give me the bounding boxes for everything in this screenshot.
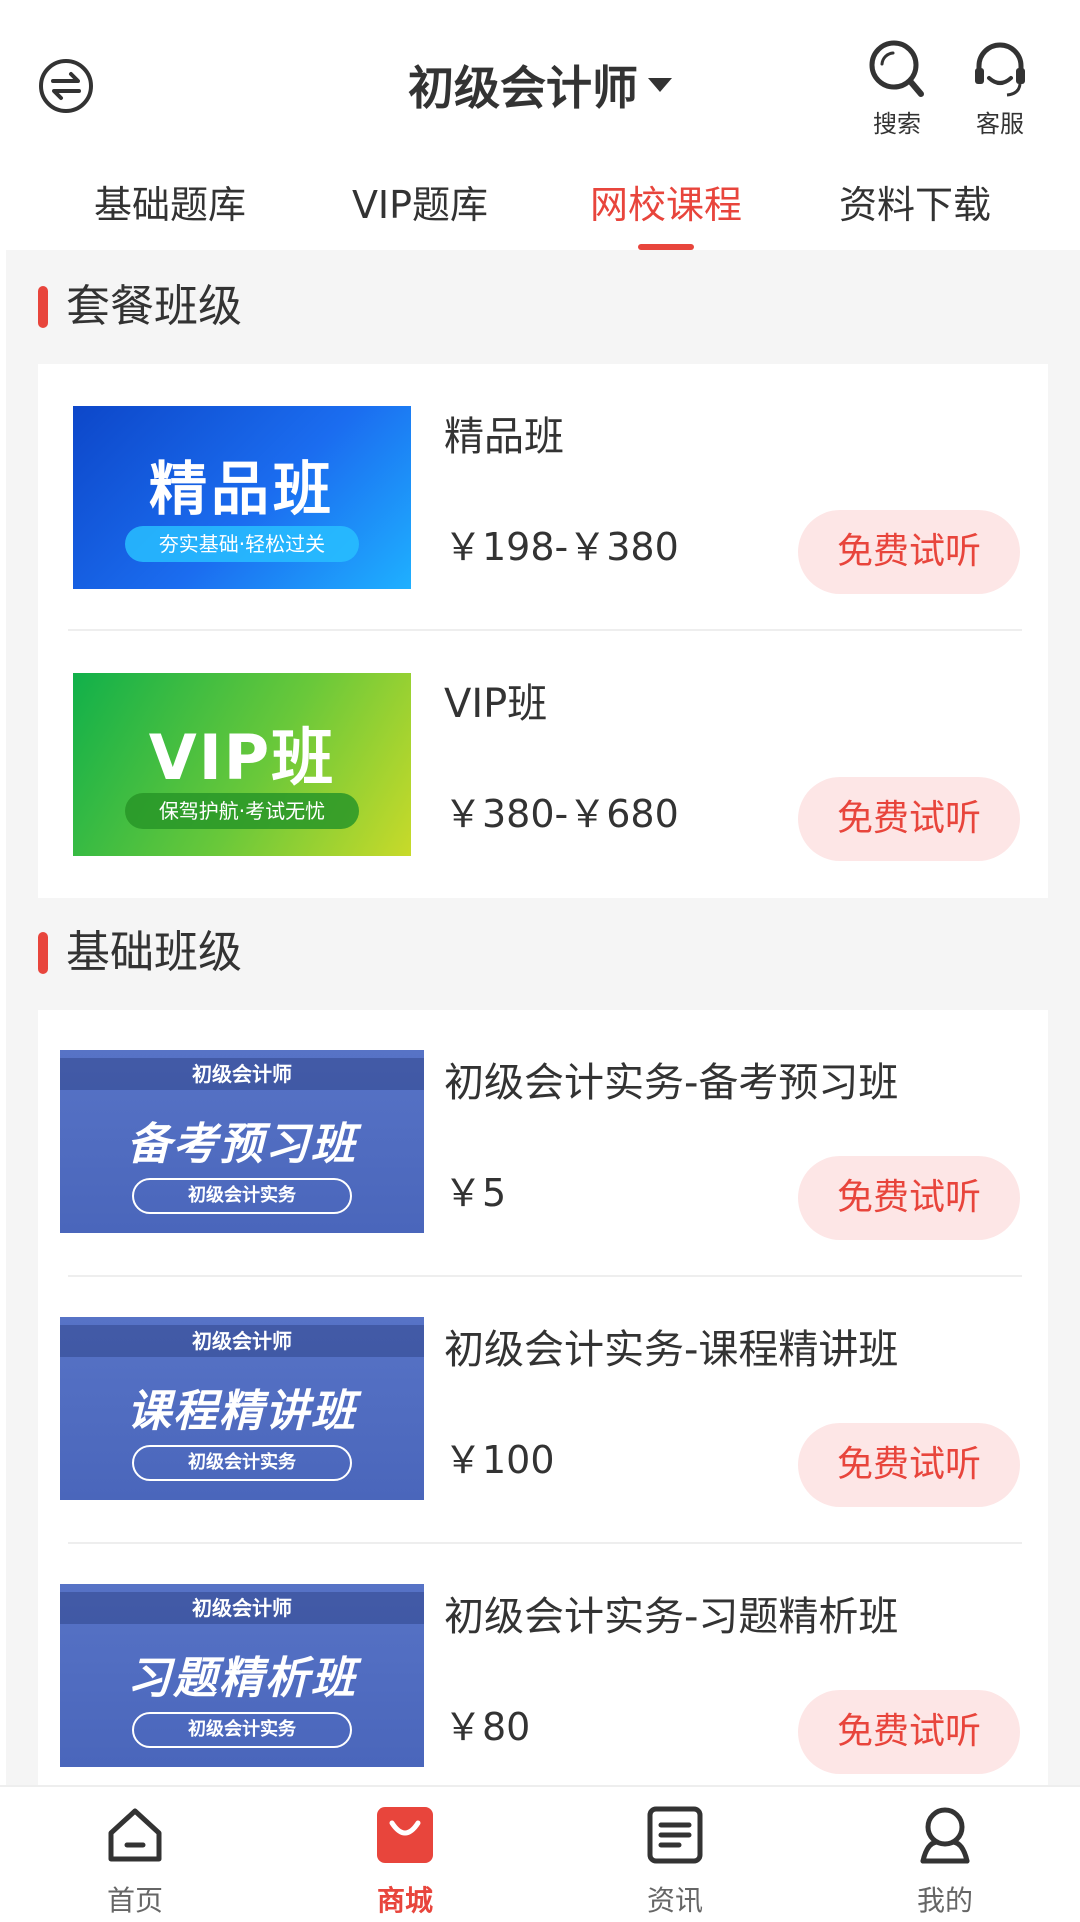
shopping-bag-icon (377, 1807, 433, 1863)
free-trial-button[interactable]: 免费试听 (798, 1690, 1020, 1774)
page-title: 初级会计师 (408, 61, 638, 115)
nav-label: 资讯 (646, 1884, 703, 1917)
app-header: 初级会计师 搜索 客服 (0, 0, 1080, 170)
course-thumbnail: 精品班 夯实基础·轻松过关 (73, 406, 411, 589)
search-icon (869, 40, 924, 97)
nav-label: 我的 (916, 1884, 973, 1917)
course-name: 初级会计实务-课程精讲班 (444, 1327, 899, 1373)
course-price: ￥80 (444, 1705, 531, 1749)
free-trial-button[interactable]: 免费试听 (798, 1423, 1020, 1507)
nav-label: 商城 (376, 1884, 433, 1917)
section-title-text: 套餐班级 (66, 281, 242, 332)
package-card: 精品班 夯实基础·轻松过关 精品班 ￥198-￥380 免费试听 VIP班 保驾… (38, 364, 1048, 898)
course-thumbnail: 初级会计师 课程精讲班 初级会计实务 (60, 1317, 424, 1500)
tab-label: 基础题库 (93, 183, 246, 227)
course-item[interactable]: 精品班 夯实基础·轻松过关 精品班 ￥198-￥380 免费试听 (38, 364, 1048, 631)
nav-label: 首页 (106, 1884, 163, 1917)
course-name: 初级会计实务-习题精析班 (444, 1594, 899, 1640)
thumbnail-title: 备考预习班 (127, 1119, 357, 1170)
thumbnail-title: 习题精析班 (127, 1653, 357, 1704)
course-price: ￥198-￥380 (444, 525, 679, 569)
tab-basic-questions[interactable]: 基础题库 (45, 170, 295, 250)
thumbnail-subtitle: 初级会计师 (60, 1058, 424, 1090)
course-item[interactable]: 初级会计师 备考预习班 初级会计实务 初级会计实务-备考预习班 ￥5 免费试听 (38, 1010, 1048, 1277)
course-price: ￥380-￥680 (444, 792, 679, 836)
caret-down-icon (648, 78, 672, 92)
tab-label: 网校课程 (589, 183, 742, 227)
bottom-navigation: 首页 商城 资讯 我的 (0, 1785, 1080, 1922)
service-label: 客服 (976, 110, 1024, 138)
course-thumbnail: 初级会计师 习题精析班 初级会计实务 (60, 1584, 424, 1767)
news-icon (647, 1806, 703, 1864)
course-item[interactable]: 初级会计师 习题精析班 初级会计实务 初级会计实务-习题精析班 ￥80 免费试听 (38, 1544, 1048, 1785)
thumbnail-tagline: 夯实基础·轻松过关 (125, 526, 359, 562)
course-name: VIP班 (444, 681, 548, 727)
nav-mall[interactable]: 商城 (270, 1787, 540, 1922)
section-marker (38, 286, 48, 328)
thumbnail-subtitle: 初级会计师 (60, 1325, 424, 1357)
section-title-packages: 套餐班级 (38, 272, 242, 342)
nav-home[interactable]: 首页 (0, 1787, 270, 1922)
tab-vip-questions[interactable]: VIP题库 (295, 170, 545, 250)
thumbnail-subtitle: 初级会计师 (60, 1592, 424, 1624)
thumbnail-title: 课程精讲班 (127, 1386, 357, 1437)
thumbnail-pill: 初级会计实务 (132, 1445, 352, 1481)
course-price: ￥5 (444, 1171, 507, 1215)
thumbnail-pill: 初级会计实务 (132, 1178, 352, 1214)
headset-icon (975, 42, 1025, 97)
customer-service-button[interactable]: 客服 (960, 38, 1040, 139)
category-tabs: 基础题库 VIP题库 网校课程 资料下载 (0, 170, 1080, 250)
home-icon (108, 1808, 162, 1862)
course-list[interactable]: 套餐班级 精品班 夯实基础·轻松过关 精品班 ￥198-￥380 免费试听 VI… (6, 250, 1080, 1785)
section-title-basic: 基础班级 (38, 918, 242, 988)
thumbnail-pill: 初级会计实务 (132, 1712, 352, 1748)
free-trial-button[interactable]: 免费试听 (798, 777, 1020, 861)
tab-online-courses[interactable]: 网校课程 (541, 170, 791, 250)
nav-profile[interactable]: 我的 (810, 1787, 1080, 1922)
course-item[interactable]: 初级会计师 课程精讲班 初级会计实务 初级会计实务-课程精讲班 ￥100 免费试… (38, 1277, 1048, 1544)
course-thumbnail: VIP班 保驾护航·考试无忧 (73, 673, 411, 856)
course-item[interactable]: VIP班 保驾护航·考试无忧 VIP班 ￥380-￥680 免费试听 (38, 631, 1048, 898)
free-trial-button[interactable]: 免费试听 (798, 1156, 1020, 1240)
tab-label: VIP题库 (351, 183, 489, 227)
search-label: 搜索 (873, 110, 921, 138)
course-name: 初级会计实务-备考预习班 (444, 1060, 899, 1106)
basic-card: 初级会计师 备考预习班 初级会计实务 初级会计实务-备考预习班 ￥5 免费试听 … (38, 1010, 1048, 1785)
tab-label: 资料下载 (838, 183, 991, 227)
tab-downloads[interactable]: 资料下载 (790, 170, 1040, 250)
thumbnail-title: 精品班 (148, 455, 335, 523)
nav-news[interactable]: 资讯 (540, 1787, 810, 1922)
course-name: 精品班 (444, 414, 564, 460)
thumbnail-title: VIP班 (148, 721, 336, 794)
profile-icon (920, 1807, 970, 1864)
course-thumbnail: 初级会计师 备考预习班 初级会计实务 (60, 1050, 424, 1233)
course-price: ￥100 (444, 1438, 555, 1482)
thumbnail-tagline: 保驾护航·考试无忧 (125, 793, 359, 829)
section-marker (38, 932, 48, 974)
free-trial-button[interactable]: 免费试听 (798, 510, 1020, 594)
section-title-text: 基础班级 (66, 927, 242, 978)
search-button[interactable]: 搜索 (857, 38, 937, 139)
